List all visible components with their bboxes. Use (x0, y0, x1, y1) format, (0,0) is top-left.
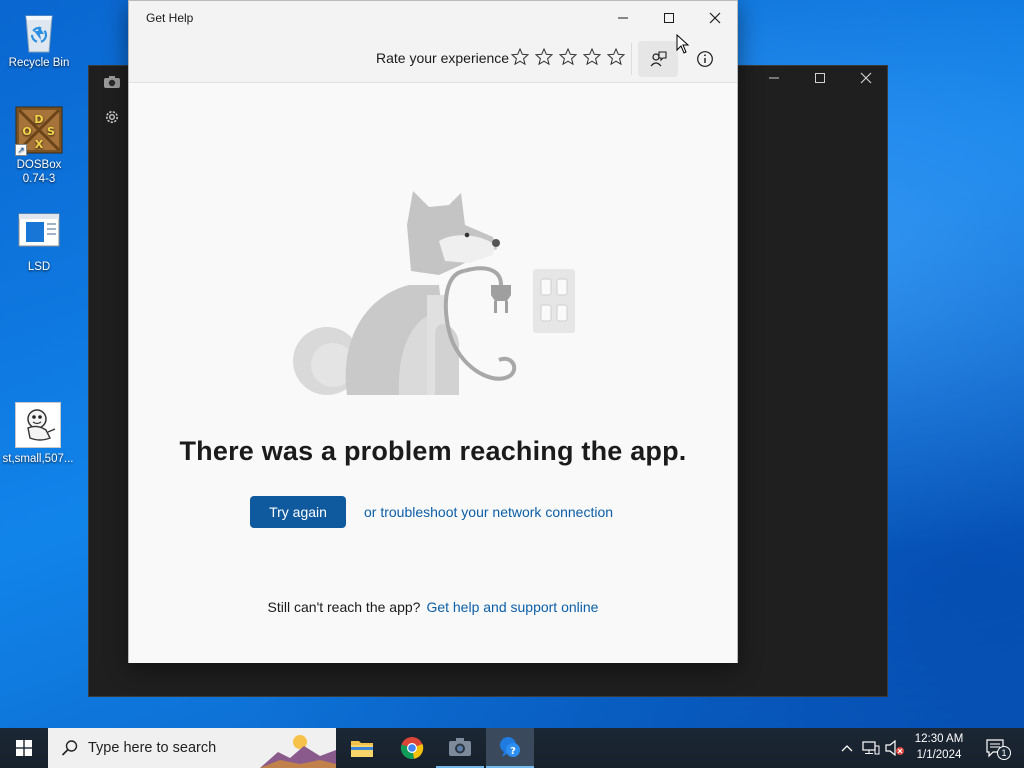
desktop-icon-dosbox[interactable]: D O S X ↗ DOSBox 0.74-3 (1, 106, 77, 186)
desktop-icon-lsd[interactable]: LSD (1, 212, 77, 274)
desktop-icon-label: LSD (27, 261, 51, 273)
svg-text:S: S (47, 125, 55, 138)
desktop-icon-label: st,small,507... (2, 453, 74, 465)
get-help-window[interactable]: Get Help Rate your experience There was … (128, 0, 738, 663)
svg-text:O: O (22, 125, 31, 138)
notification-count-badge: 1 (997, 746, 1011, 760)
toolbar-divider (631, 43, 632, 75)
taskbar-camera[interactable] (436, 728, 484, 768)
taskbar: Type here to search ? 12:30 AM 1/1/2024 … (0, 728, 1024, 768)
about-button[interactable] (685, 41, 725, 77)
error-content: There was a problem reaching the app. Tr… (129, 83, 737, 663)
volume-muted-icon (885, 740, 904, 756)
star-4-icon[interactable] (582, 47, 602, 67)
still-cant-reach-row: Still can't reach the app? Get help and s… (129, 599, 737, 615)
toolbar: Rate your experience (129, 37, 737, 83)
windows-logo-icon (16, 740, 32, 756)
get-help-online-link[interactable]: Get help and support online (426, 599, 598, 615)
taskbar-file-explorer[interactable] (338, 728, 386, 768)
try-again-button[interactable]: Try again (250, 496, 346, 528)
maximize-button[interactable] (646, 1, 692, 35)
star-1-icon[interactable] (510, 47, 530, 67)
document-icon (17, 212, 61, 256)
taskbar-get-help[interactable]: ? (486, 728, 534, 768)
error-headline: There was a problem reaching the app. (179, 436, 687, 466)
folder-icon (351, 741, 373, 757)
taskbar-chrome[interactable] (388, 728, 436, 768)
network-status-button[interactable] (861, 728, 881, 768)
mouse-cursor-icon (676, 34, 690, 54)
search-icon (61, 740, 78, 756)
still-cant-reach-text: Still can't reach the app? (267, 599, 421, 615)
image-thumbnail-icon (15, 402, 61, 448)
get-help-icon: ? (500, 737, 520, 757)
star-3-icon[interactable] (558, 47, 578, 67)
camera-minimize-button[interactable] (759, 72, 789, 88)
camera-close-button[interactable] (851, 72, 881, 88)
svg-text:X: X (35, 138, 44, 151)
feedback-icon (650, 51, 667, 67)
chevron-up-icon (841, 745, 853, 752)
desktop-icon-label: Recycle Bin (8, 57, 70, 69)
desktop-icon-recycle-bin[interactable]: Recycle Bin (1, 8, 77, 70)
unplugged-dog-illustration (293, 191, 575, 395)
clock[interactable]: 12:30 AM 1/1/2024 (906, 731, 972, 763)
desktop-icon-image-file[interactable]: st,small,507... (0, 402, 76, 466)
close-button[interactable] (692, 1, 738, 35)
search-highlight-landscape-icon (260, 730, 336, 768)
rating-stars[interactable] (510, 47, 626, 67)
rate-experience-label: Rate your experience (376, 50, 510, 66)
svg-text:?: ? (510, 746, 516, 757)
dosbox-icon: D O S X ↗ (15, 106, 63, 156)
desktop-icon-label: DOSBox 0.74-3 (16, 159, 62, 185)
minimize-button[interactable] (600, 1, 646, 35)
clock-time: 12:30 AM (914, 733, 964, 745)
star-5-icon[interactable] (606, 47, 626, 67)
volume-button[interactable] (884, 728, 906, 768)
show-hidden-icons-button[interactable] (838, 728, 856, 768)
title-bar[interactable]: Get Help (129, 1, 737, 37)
taskbar-search-box[interactable]: Type here to search (48, 728, 336, 768)
action-center-button[interactable]: 1 (978, 728, 1014, 768)
settings-gear-icon[interactable] (103, 108, 121, 130)
desktop: Recycle Bin D O S X ↗ DOSBox 0.74-3 LSD … (0, 0, 1024, 728)
clock-date: 1/1/2024 (916, 749, 962, 761)
troubleshoot-network-link[interactable]: or troubleshoot your network connection (364, 504, 613, 520)
info-icon (697, 51, 713, 67)
window-title: Get Help (146, 11, 194, 25)
chrome-icon (400, 737, 424, 759)
network-icon (862, 741, 880, 755)
star-2-icon[interactable] (534, 47, 554, 67)
feedback-button[interactable] (638, 41, 678, 77)
camera-app-icon (449, 738, 471, 756)
recycle-bin-icon (17, 8, 61, 53)
shortcut-arrow-icon: ↗ (15, 144, 27, 156)
search-placeholder: Type here to search (88, 740, 217, 756)
camera-icon[interactable] (103, 74, 121, 93)
svg-text:D: D (34, 113, 43, 126)
start-button[interactable] (0, 728, 48, 768)
camera-maximize-button[interactable] (805, 72, 835, 88)
